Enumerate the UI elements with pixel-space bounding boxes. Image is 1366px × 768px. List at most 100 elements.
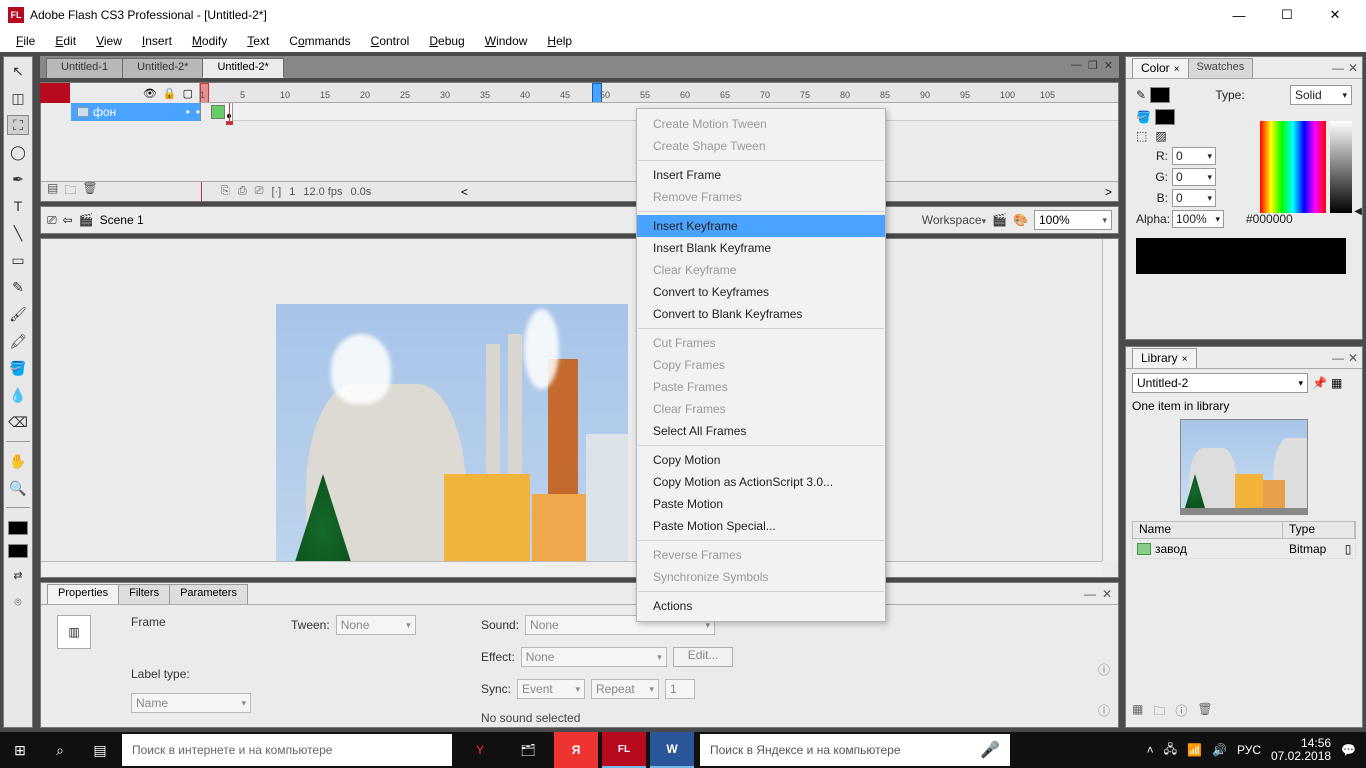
stroke-picker-icon[interactable]: ✎: [1136, 88, 1146, 102]
panel-close-icon[interactable]: ✕: [1102, 587, 1112, 601]
tray-volume-icon[interactable]: 🔊: [1212, 743, 1227, 757]
rectangle-tool[interactable]: ▭: [7, 250, 29, 270]
new-layer-icon[interactable]: ▤: [47, 181, 58, 202]
tab-filters[interactable]: Filters: [118, 584, 170, 604]
brush-tool[interactable]: 🖌: [7, 304, 29, 324]
menu-item[interactable]: Select All Frames: [637, 420, 885, 442]
menu-control[interactable]: Control: [363, 32, 418, 50]
menu-help[interactable]: Help: [539, 32, 580, 50]
swap-colors-icon[interactable]: ⇄: [7, 565, 29, 585]
back-arrow-icon[interactable]: ⇦: [63, 213, 73, 227]
center-frame-icon[interactable]: ⎘: [221, 185, 230, 198]
doc-tab[interactable]: Untitled-2*: [122, 58, 203, 78]
taskbar-app-yandex[interactable]: Y: [458, 732, 502, 768]
fill-type-combo[interactable]: Solid▾: [1290, 85, 1352, 105]
delete-icon[interactable]: 🗑: [1197, 702, 1212, 723]
delete-layer-icon[interactable]: 🗑: [82, 181, 97, 202]
no-color-icon[interactable]: ▨: [1155, 129, 1166, 143]
yandex-search-input[interactable]: Поиск в Яндексе и на компьютере 🎤: [700, 734, 1010, 766]
edit-scene-icon[interactable]: 🎬: [992, 213, 1007, 227]
help-icon[interactable]: ⓘ: [1098, 661, 1110, 678]
taskbar-app-word[interactable]: W: [650, 732, 694, 768]
new-folder-icon[interactable]: 🗀: [64, 181, 76, 202]
free-transform-tool[interactable]: ⛶: [7, 115, 29, 135]
edit-button[interactable]: Edit...: [673, 647, 734, 667]
menu-item[interactable]: Copy Motion: [637, 449, 885, 471]
help-icon[interactable]: ⓘ: [1098, 702, 1110, 719]
menu-view[interactable]: View: [88, 32, 130, 50]
menu-item[interactable]: Insert Keyframe: [637, 215, 885, 237]
horizontal-scrollbar[interactable]: [41, 561, 1102, 577]
doc-close-icon[interactable]: ✕: [1104, 59, 1113, 72]
menu-text[interactable]: Text: [239, 32, 277, 50]
hue-picker[interactable]: [1260, 121, 1326, 213]
subselection-tool[interactable]: ◫: [7, 88, 29, 108]
vertical-scrollbar[interactable]: [1102, 239, 1118, 561]
menu-edit[interactable]: Edit: [47, 32, 84, 50]
b-input[interactable]: 0▾: [1172, 189, 1216, 207]
stage-canvas[interactable]: [276, 304, 628, 578]
label-type-combo[interactable]: Name▾: [131, 693, 251, 713]
cortana-search-icon[interactable]: ⌕: [40, 732, 80, 768]
fill-color[interactable]: [1155, 109, 1175, 125]
menu-file[interactable]: File: [8, 32, 43, 50]
swap-colors-icon[interactable]: ⬚: [1136, 129, 1147, 143]
panel-minimize-icon[interactable]: —: [1084, 587, 1096, 601]
alpha-input[interactable]: 100%▾: [1172, 210, 1224, 228]
menu-insert[interactable]: Insert: [134, 32, 180, 50]
layer-visible-dot[interactable]: •: [186, 105, 190, 119]
tab-color[interactable]: Color×: [1132, 58, 1189, 78]
tab-close-icon[interactable]: ×: [1182, 354, 1188, 365]
ink-bottle-tool[interactable]: 🖍: [7, 331, 29, 351]
menu-item[interactable]: Paste Motion Special...: [637, 515, 885, 537]
menu-item[interactable]: Actions: [637, 595, 885, 617]
pencil-tool[interactable]: ✎: [7, 277, 29, 297]
tab-parameters[interactable]: Parameters: [169, 584, 248, 604]
value-slider[interactable]: [1330, 121, 1352, 213]
windows-search-input[interactable]: Поиск в интернете и на компьютере: [122, 734, 452, 766]
scroll-left-icon[interactable]: <: [461, 185, 468, 199]
library-doc-combo[interactable]: Untitled-2▾: [1132, 373, 1308, 393]
scroll-right-icon[interactable]: >: [1105, 185, 1112, 199]
tray-wifi-icon[interactable]: 📶: [1187, 743, 1202, 757]
line-tool[interactable]: ╲: [7, 223, 29, 243]
action-center-icon[interactable]: 💬: [1341, 743, 1356, 757]
g-input[interactable]: 0▾: [1172, 168, 1216, 186]
menu-item[interactable]: Convert to Keyframes: [637, 281, 885, 303]
paint-bucket-tool[interactable]: 🪣: [7, 358, 29, 378]
timeline-ruler[interactable]: 1510152025303540455055606570758085909510…: [200, 83, 1118, 103]
col-type[interactable]: Type: [1283, 522, 1355, 538]
doc-minimize-icon[interactable]: —: [1071, 59, 1082, 72]
snap-icon[interactable]: ⌾: [7, 592, 29, 612]
hand-tool[interactable]: ✋: [7, 451, 29, 471]
panel-close-icon[interactable]: ✕: [1348, 61, 1358, 75]
edit-multiple-icon[interactable]: [·]: [271, 186, 281, 198]
pin-library-icon[interactable]: 📌: [1312, 376, 1327, 390]
onion-skin-icon[interactable]: ⎙: [238, 185, 247, 198]
menu-item[interactable]: Paste Motion: [637, 493, 885, 515]
lock-column-icon[interactable]: 🔒: [163, 87, 177, 100]
visibility-column-icon[interactable]: 👁: [143, 87, 157, 100]
tray-clock[interactable]: 14:56 07.02.2018: [1271, 737, 1331, 763]
layer-outline-swatch[interactable]: [211, 105, 225, 119]
edit-symbols-icon[interactable]: 🎨: [1013, 213, 1028, 227]
layer-lock-dot[interactable]: •: [196, 105, 200, 119]
r-input[interactable]: 0▾: [1172, 147, 1216, 165]
menu-item[interactable]: Insert Blank Keyframe: [637, 237, 885, 259]
menu-item[interactable]: Insert Frame: [637, 164, 885, 186]
start-button[interactable]: ⊞: [0, 732, 40, 768]
taskbar-app-yandex-browser[interactable]: Я: [554, 732, 598, 768]
fill-picker-icon[interactable]: 🪣: [1136, 110, 1151, 124]
zoom-combo[interactable]: 100% ▾: [1034, 210, 1112, 230]
maximize-button[interactable]: ☐: [1272, 5, 1302, 25]
repeat-count-input[interactable]: 1: [665, 679, 695, 699]
properties-icon[interactable]: ⓘ: [1175, 702, 1187, 723]
menu-item[interactable]: Copy Motion as ActionScript 3.0...: [637, 471, 885, 493]
menu-commands[interactable]: Commands: [281, 32, 358, 50]
task-view-icon[interactable]: ▤: [80, 732, 120, 768]
tab-close-icon[interactable]: ×: [1174, 64, 1180, 75]
color-picker[interactable]: [1260, 121, 1352, 213]
tween-combo[interactable]: None▾: [336, 615, 416, 635]
timeline-toggle-icon[interactable]: ⎚: [47, 213, 57, 228]
tab-properties[interactable]: Properties: [47, 584, 119, 604]
